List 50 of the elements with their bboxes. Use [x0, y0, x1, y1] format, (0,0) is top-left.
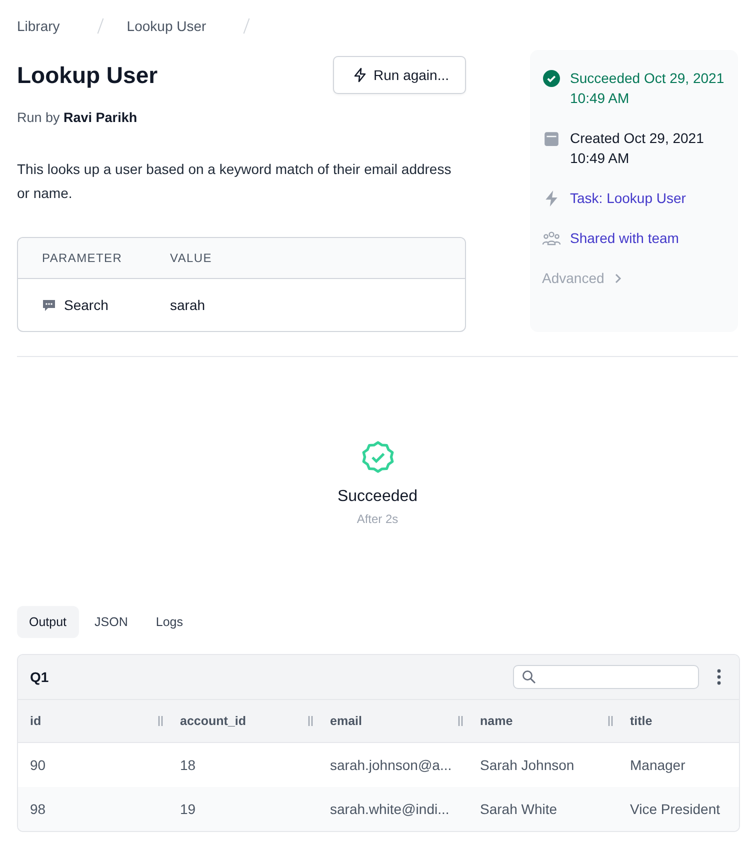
column-header: email	[330, 714, 362, 728]
description: This looks up a user based on a keyword match of their email address or name.	[17, 160, 452, 203]
created-text: Created Oct 29, 2021 10:49 AM	[570, 129, 705, 168]
chevron-right-icon	[614, 272, 622, 284]
task-link[interactable]: Task: Lookup User	[570, 188, 686, 208]
table-cell: Manager	[630, 757, 686, 773]
search-field[interactable]	[513, 665, 699, 689]
table-cell: Sarah White	[480, 801, 558, 817]
table-cell: Sarah Johnson	[480, 757, 574, 773]
column-header: title	[630, 714, 652, 728]
lightning-icon	[352, 67, 368, 83]
table-cell: sarah.johnson@a...	[330, 757, 452, 773]
tab[interactable]: Output	[17, 606, 79, 638]
status-duration: After 2s	[356, 512, 398, 526]
table-cell: 19	[180, 801, 196, 817]
lightning-icon	[543, 190, 560, 206]
table-cell: 98	[30, 801, 46, 817]
column-header: id	[30, 714, 42, 728]
more-options-icon[interactable]	[717, 669, 721, 685]
query-title: Q1	[30, 669, 50, 685]
table-cell: 18	[180, 757, 196, 773]
column-header: name	[480, 714, 513, 728]
tab[interactable]: Logs	[144, 606, 195, 638]
page-title: Lookup User	[17, 62, 158, 88]
status-text: Succeeded Oct 29, 2021 10:49 AM	[570, 69, 726, 108]
search-icon	[522, 670, 536, 684]
shared-link[interactable]: Shared with team	[570, 228, 679, 248]
column-header: account_id	[180, 714, 246, 728]
breadcrumb-link[interactable]: Library	[17, 18, 60, 34]
parameter-name: Search	[64, 297, 108, 313]
run-by-text: Run by Ravi Parikh	[17, 110, 138, 125]
check-circle-icon	[543, 70, 560, 86]
column-header: PARAMETER	[42, 251, 124, 265]
users-icon	[542, 230, 561, 246]
table-cell: 90	[30, 757, 46, 773]
column-header: VALUE	[170, 251, 212, 265]
breadcrumb-link[interactable]: Lookup User	[126, 18, 206, 34]
parameter-value: sarah	[170, 297, 206, 313]
chat-bubble-icon	[42, 298, 56, 312]
table-cell: Vice President	[630, 801, 720, 817]
status-title: Succeeded	[337, 488, 418, 506]
resize-handle-icon[interactable]	[308, 716, 313, 726]
table-cell: sarah.white@indi...	[330, 801, 450, 817]
tab[interactable]: JSON	[82, 606, 140, 638]
check-badge-icon	[360, 440, 394, 474]
resize-handle-icon[interactable]	[158, 716, 163, 726]
resize-handle-icon[interactable]	[458, 716, 463, 726]
resize-handle-icon[interactable]	[608, 716, 613, 726]
calendar-icon	[543, 130, 560, 146]
run-again-button[interactable]: Run again...	[332, 56, 466, 94]
